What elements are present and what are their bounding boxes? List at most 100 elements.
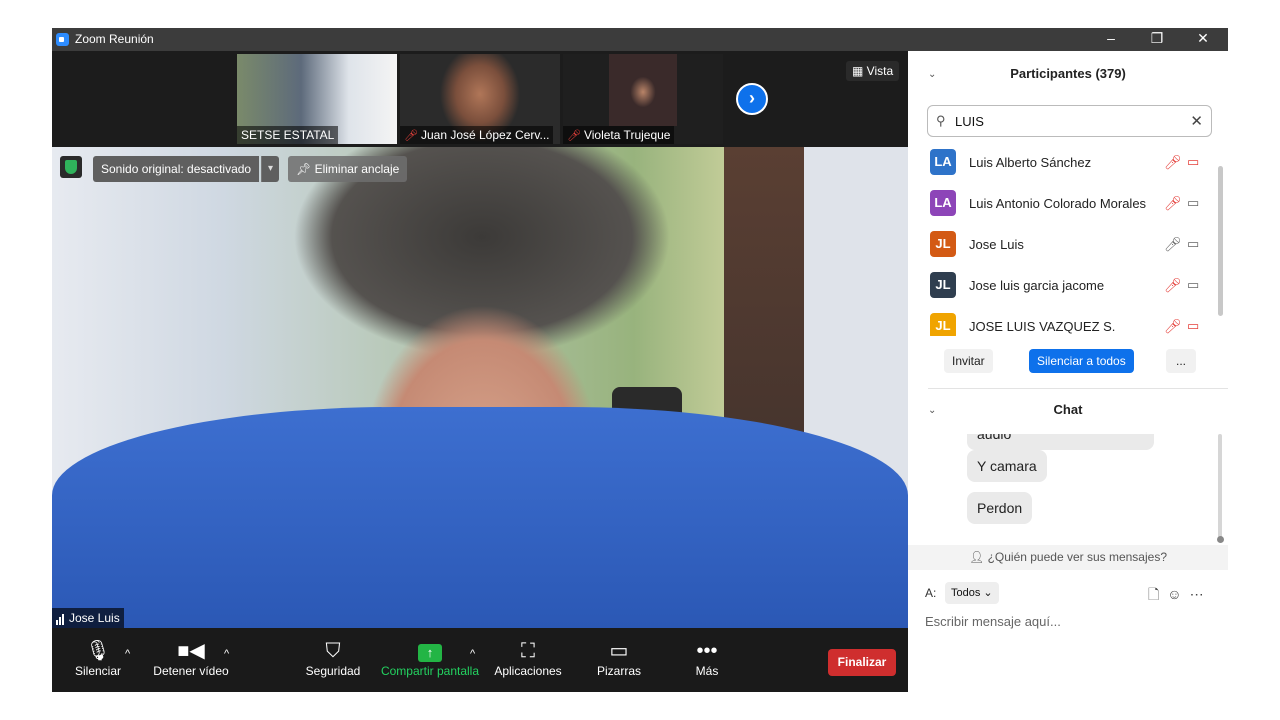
mic-muted-icon: 🎤︎ xyxy=(567,130,581,142)
camera-off-icon[interactable]: ▭ xyxy=(1187,154,1199,170)
participants-title: Participantes (379) xyxy=(1010,66,1126,81)
speaker-name-label: Jose Luis xyxy=(52,608,124,628)
emoji-icon[interactable]: ☺ xyxy=(1167,586,1181,602)
end-meeting-button[interactable]: Finalizar xyxy=(828,649,896,676)
recipient-select[interactable]: Todos ⌄ xyxy=(945,582,999,604)
whiteboard-icon: ▭ xyxy=(609,640,629,662)
mute-all-button[interactable]: Silenciar a todos xyxy=(1029,349,1134,373)
chat-scrollbar[interactable] xyxy=(1218,434,1222,538)
close-window-button[interactable]: ✕ xyxy=(1180,28,1226,51)
avatar: JL xyxy=(930,313,956,336)
chevron-down-icon: ⌄ xyxy=(983,587,993,599)
shield-icon: ⛉ xyxy=(325,640,341,662)
whiteboards-button[interactable]: ▭ Pizarras xyxy=(596,638,642,678)
clear-search-icon[interactable]: ✕ xyxy=(1190,112,1203,130)
mic-muted-icon[interactable]: 🎤︎ xyxy=(1164,318,1182,335)
mic-muted-icon: 🎤︎ xyxy=(404,130,418,142)
thumbnail-strip: SETSE ESTATAL 🎤︎ Juan José López Cerv... … xyxy=(52,51,908,147)
original-sound-button[interactable]: Sonido original: desactivado xyxy=(93,156,260,182)
participant-name: Luis Antonio Colorado Morales xyxy=(969,196,1147,211)
restore-button[interactable]: ❐ xyxy=(1134,28,1180,51)
window-title: Zoom Reunión xyxy=(75,32,154,46)
participant-row[interactable]: JL Jose Luis 🎤︎ ▭ xyxy=(908,228,1218,269)
invite-button[interactable]: Invitar xyxy=(944,349,993,373)
title-bar: Zoom Reunión – ❐ ✕ xyxy=(52,28,1228,51)
participant-row[interactable]: JL JOSE LUIS VAZQUEZ S. 🎤︎ ▭ xyxy=(908,310,1218,336)
camera-off-icon[interactable]: ▭ xyxy=(1187,318,1199,334)
chat-messages: audio Y camara Perdon xyxy=(908,434,1228,546)
chevron-up-icon[interactable]: ^ xyxy=(125,648,130,660)
apps-button[interactable]: ⛶ Aplicaciones xyxy=(493,638,563,678)
microphone-icon: 🎙︎ xyxy=(85,640,111,662)
participant-list: LA Luis Alberto Sánchez 🎤︎ ▭ LA Luis Ant… xyxy=(908,146,1218,336)
stop-video-button[interactable]: ■◀ Detener vídeo xyxy=(153,638,229,678)
chat-message-input[interactable]: Escribir mensaje aquí... xyxy=(925,614,1061,629)
pin-icon: 📌︎ xyxy=(296,162,315,176)
minimize-button[interactable]: – xyxy=(1088,28,1134,51)
chevron-up-icon[interactable]: ^ xyxy=(470,648,475,660)
participants-scrollbar[interactable] xyxy=(1218,166,1223,316)
participant-name: Jose luis garcia jacome xyxy=(969,278,1105,293)
person-shirt xyxy=(52,407,908,628)
chat-message: Perdon xyxy=(967,492,1033,524)
participant-row[interactable]: JL Jose luis garcia jacome 🎤︎ ▭ xyxy=(908,269,1218,310)
apps-icon: ⛶ xyxy=(521,640,535,662)
share-screen-button[interactable]: ↑ Compartir pantalla xyxy=(380,638,480,678)
search-query: LUIS xyxy=(955,114,984,129)
unpin-button[interactable]: 📌︎ Eliminar anclaje xyxy=(288,156,408,182)
person-lock-icon: 👤︎ xyxy=(968,550,988,564)
participant-name: Jose Luis xyxy=(969,237,1024,252)
thumbnail-name: SETSE ESTATAL xyxy=(237,126,339,144)
chat-message: Y camara xyxy=(967,450,1047,482)
thumbnail-video[interactable]: 🎤︎ Violeta Trujeque xyxy=(563,54,723,144)
camera-icon[interactable]: ▭ xyxy=(1187,195,1199,211)
zoom-window: Zoom Reunión – ❐ ✕ SETSE ESTATAL 🎤︎ Juan … xyxy=(52,28,1228,692)
participant-search-input[interactable]: ⚲ LUIS ✕ xyxy=(927,105,1212,137)
avatar: LA xyxy=(930,190,956,216)
participant-name: JOSE LUIS VAZQUEZ S. xyxy=(969,319,1116,334)
thumbnail-name: 🎤︎ Violeta Trujeque xyxy=(563,126,675,144)
mic-icon[interactable]: 🎤︎ xyxy=(1164,236,1182,253)
more-button[interactable]: ••• Más xyxy=(692,638,722,678)
mic-muted-icon[interactable]: 🎤︎ xyxy=(1164,277,1182,294)
more-options-icon[interactable]: ⋯ xyxy=(1190,586,1204,602)
participants-more-button[interactable]: ... xyxy=(1166,349,1197,373)
next-page-button[interactable]: › xyxy=(736,83,768,115)
chevron-down-icon[interactable]: ▾ xyxy=(261,156,279,182)
camera-icon[interactable]: ▭ xyxy=(1187,277,1199,293)
thumbnail-name: 🎤︎ Juan José López Cerv... xyxy=(400,126,554,144)
avatar: LA xyxy=(930,149,956,175)
mic-muted-icon[interactable]: 🎤︎ xyxy=(1164,154,1182,171)
view-button[interactable]: ▦ Vista xyxy=(846,61,900,81)
mute-button[interactable]: 🎙︎ Silenciar xyxy=(74,638,122,678)
thumbnail-video[interactable]: SETSE ESTATAL xyxy=(237,54,397,144)
video-area: SETSE ESTATAL 🎤︎ Juan José López Cerv... … xyxy=(52,51,908,692)
thumbnail-video[interactable]: 🎤︎ Juan José López Cerv... xyxy=(400,54,560,144)
share-screen-icon: ↑ xyxy=(380,638,480,664)
scroll-indicator xyxy=(1217,536,1224,543)
chat-actions: 🗋︎ ☺ ⋯ xyxy=(1148,584,1212,608)
chevron-up-icon[interactable]: ^ xyxy=(224,648,229,660)
avatar: JL xyxy=(930,272,956,298)
video-camera-icon: ■◀ xyxy=(177,640,205,662)
to-label: A: xyxy=(925,586,937,600)
who-can-see-messages-link[interactable]: 👤︎ ¿Quién puede ver sus mensajes? xyxy=(908,545,1228,570)
zoom-logo-icon xyxy=(56,33,69,46)
participant-row[interactable]: LA Luis Antonio Colorado Morales 🎤︎ ▭ xyxy=(908,187,1218,228)
search-icon: ⚲ xyxy=(936,113,946,128)
mic-muted-icon[interactable]: 🎤︎ xyxy=(1164,195,1182,212)
meeting-toolbar: 🎙︎ Silenciar ^ ■◀ Detener vídeo ^ ⛉ Segu… xyxy=(52,628,908,692)
signal-bars-icon xyxy=(56,611,65,625)
more-dots-icon: ••• xyxy=(696,640,718,662)
chat-message: audio xyxy=(967,434,1154,450)
participant-name: Luis Alberto Sánchez xyxy=(969,155,1092,170)
camera-icon[interactable]: ▭ xyxy=(1187,236,1199,252)
active-speaker-video: Sonido original: desactivado ▾ 📌︎ Elimin… xyxy=(52,147,908,628)
thumbnail-image xyxy=(609,54,677,126)
participant-row[interactable]: LA Luis Alberto Sánchez 🎤︎ ▭ xyxy=(908,146,1218,187)
side-panel: ⌄ Participantes (379) ⚲ LUIS ✕ LA Luis A… xyxy=(908,51,1228,692)
security-button[interactable]: ⛉ Seguridad xyxy=(305,638,361,678)
encryption-shield-icon[interactable] xyxy=(60,156,82,178)
grid-icon: ▦ xyxy=(852,64,867,78)
file-icon[interactable]: 🗋︎ xyxy=(1148,586,1159,602)
